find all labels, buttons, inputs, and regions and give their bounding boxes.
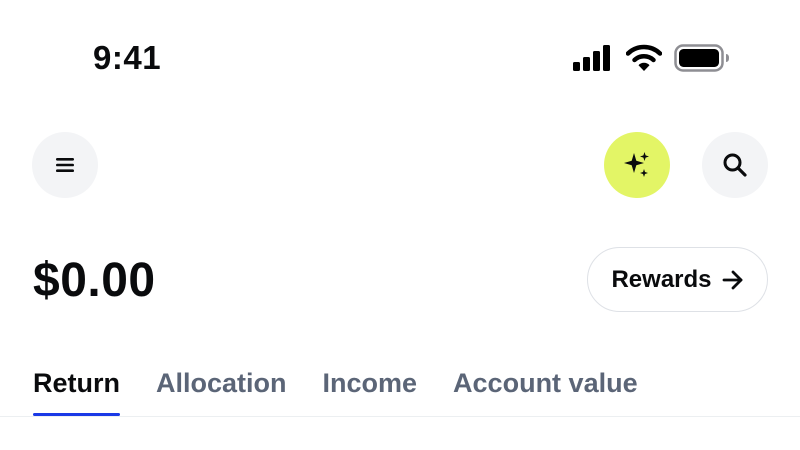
portfolio-screen: 9:41 $0.00 Rewards Return Allocation Inc… [0,0,800,450]
wifi-icon [626,44,662,71]
search-button[interactable] [702,132,768,198]
hamburger-menu-icon [56,158,74,172]
rewards-button[interactable]: Rewards [587,247,768,312]
tab-allocation[interactable]: Allocation [156,362,287,418]
tab-income[interactable]: Income [323,362,418,418]
status-time: 9:41 [93,39,162,76]
tab-return[interactable]: Return [33,362,120,418]
status-icons [572,43,730,73]
cellular-signal-icon [573,45,610,71]
assistant-button[interactable] [604,132,670,198]
arrow-right-icon [722,270,742,289]
sparkle-icon [624,152,649,177]
tabs-divider [0,416,800,417]
menu-button[interactable] [32,132,98,198]
tab-account-value[interactable]: Account value [453,362,638,418]
portfolio-balance: $0.00 [33,254,156,307]
rewards-label: Rewards [611,265,712,293]
search-icon [723,153,747,177]
portfolio-tabs: Return Allocation Income Account value [33,362,674,418]
battery-icon [674,44,729,72]
